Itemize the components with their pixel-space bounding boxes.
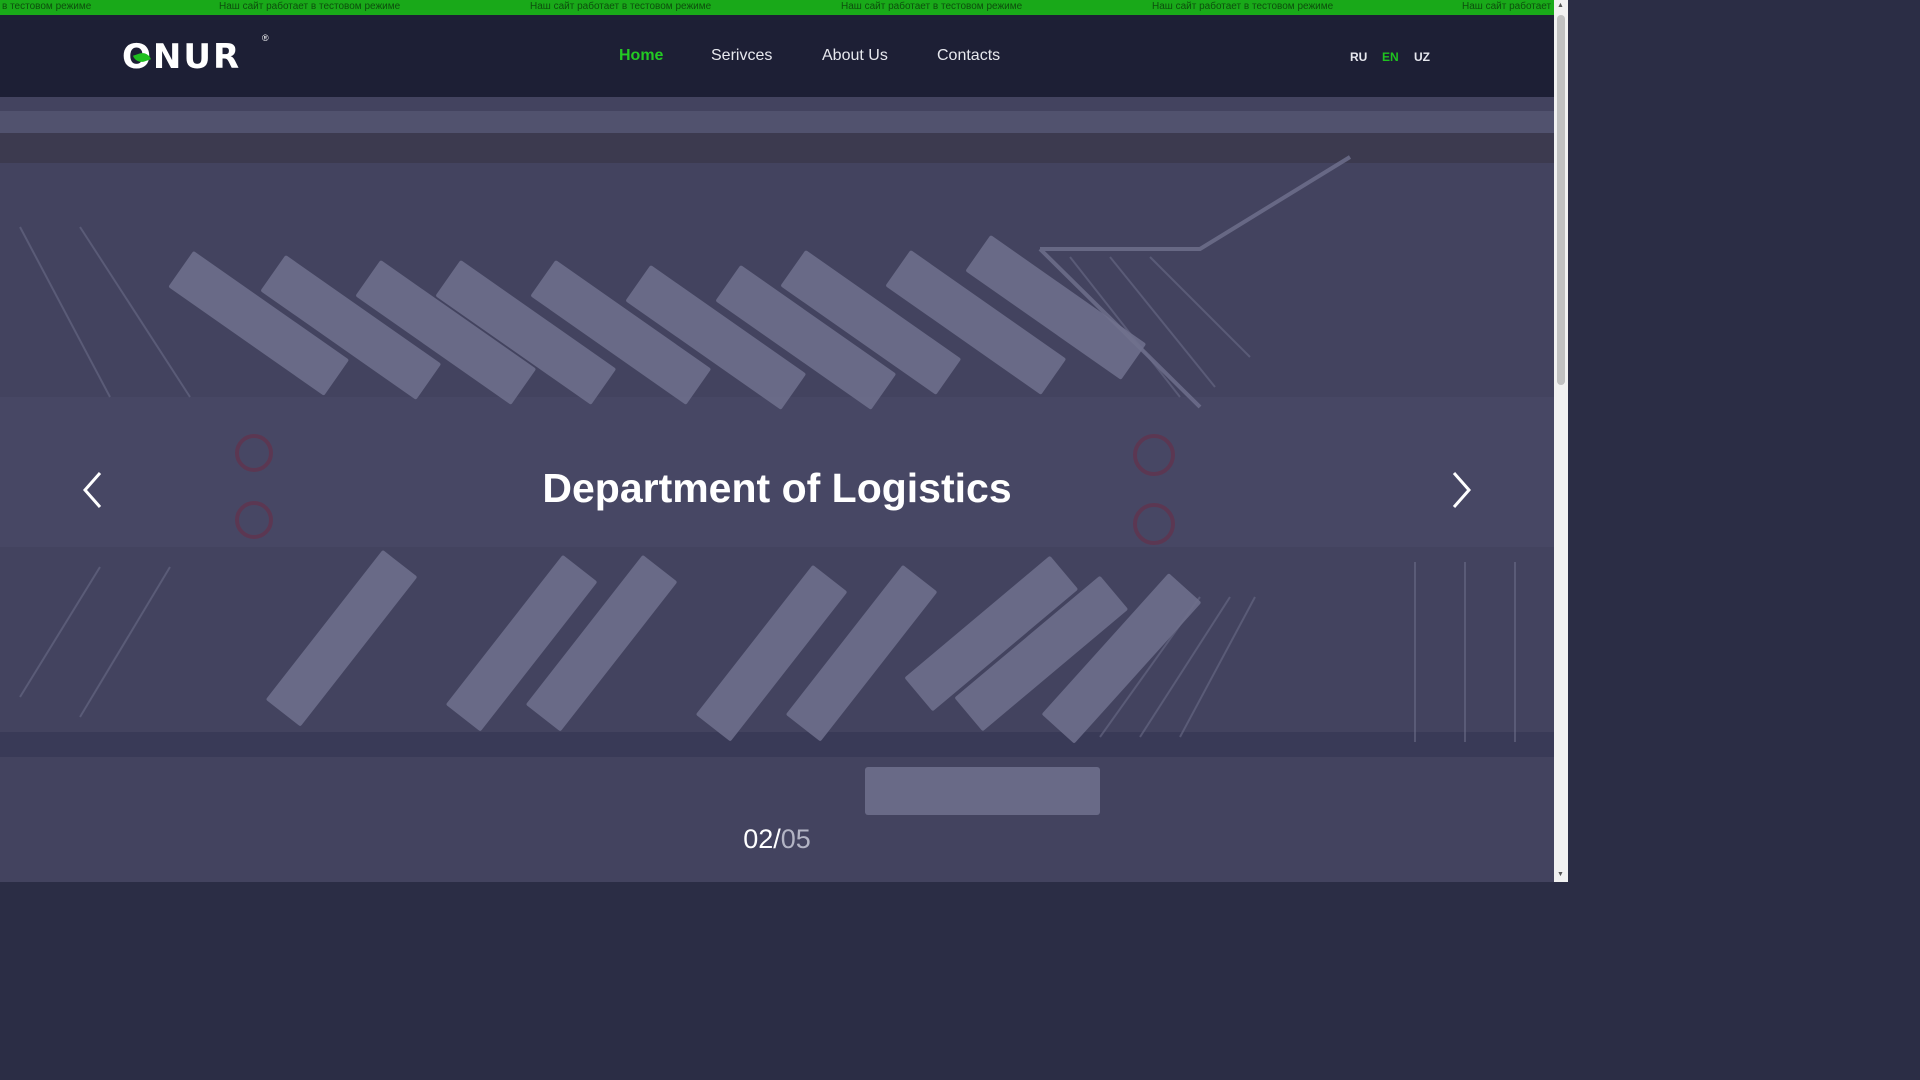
slider-next-button[interactable] [1448,470,1474,510]
ticker-text: Наш сайт работает в тестовом режиме [1152,1,1334,12]
main-nav: Home Serivces About Us Contacts [0,47,1554,67]
ticker-text: в тестовом режиме [2,1,92,12]
lang-en[interactable]: EN [1382,50,1399,64]
slide-separator: / [773,824,781,854]
nav-services[interactable]: Serivces [711,47,772,65]
chevron-right-icon [1452,472,1472,508]
scroll-down-arrow-icon[interactable]: ▼ [1557,871,1564,879]
site-header: ONUR ® Home Serivces About Us Contacts R… [0,15,1554,97]
nav-contacts[interactable]: Contacts [937,47,1000,65]
ticker-text: Наш сайт работает в тестовом режиме [219,1,401,12]
chevron-left-icon [82,472,102,508]
page-scrollbar[interactable]: ▲ ▼ [1554,0,1568,882]
announcement-ticker: в тестовом режиме Наш сайт работает в те… [0,0,1554,15]
slide-counter: 02/05 [0,824,1554,855]
nav-about-us[interactable]: About Us [822,47,888,65]
lang-ru[interactable]: RU [1350,50,1367,64]
hero-slider: Department of Logistics 02/05 [0,97,1554,882]
scroll-thumb[interactable] [1557,15,1565,385]
hero-title: Department of Logistics [542,465,1012,511]
ticker-text: Наш сайт работает [1462,1,1552,12]
registered-mark: ® [262,33,269,43]
ticker-text: Наш сайт работает в тестовом режиме [530,1,712,12]
nav-home[interactable]: Home [619,47,663,65]
ticker-text: Наш сайт работает в тестовом режиме [841,1,1023,12]
lang-uz[interactable]: UZ [1414,50,1430,64]
scroll-up-arrow-icon[interactable]: ▲ [1557,2,1564,10]
slider-prev-button[interactable] [80,470,106,510]
slide-total: 05 [780,824,811,854]
slide-current: 02 [743,824,774,854]
